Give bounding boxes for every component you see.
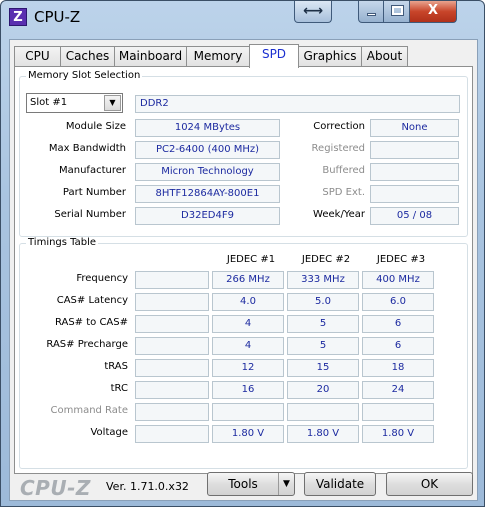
- maximize-button[interactable]: [383, 1, 410, 23]
- voltage-label: Voltage: [90, 427, 128, 438]
- ras-precharge-label: RAS# Precharge: [46, 339, 128, 350]
- timing-cell: 4: [212, 337, 284, 355]
- timing-cell: 6.0: [362, 293, 434, 311]
- cas-latency-label: CAS# Latency: [56, 295, 128, 306]
- timing-cell: 1.80 V: [212, 425, 284, 443]
- timing-cell: 333 MHz: [287, 271, 359, 289]
- serial-number-label: Serial Number: [54, 209, 126, 220]
- cpu-z-logo: CPU-Z: [20, 476, 91, 500]
- timing-cell: [287, 403, 359, 421]
- timings-group: Timings Table JEDEC #1 JEDEC #2 JEDEC #3…: [19, 237, 468, 469]
- title-bar[interactable]: Z CPU-Z ⟷ X: [1, 1, 484, 31]
- spd-page: Memory Slot Selection Slot #1 ▼ DDR2 Mod…: [14, 66, 473, 474]
- timing-blank-cell: [135, 425, 209, 443]
- tab-about[interactable]: About: [361, 46, 408, 67]
- timing-blank-cell: [135, 381, 209, 399]
- manufacturer-field: Micron Technology: [135, 163, 280, 181]
- module-size-field: 1024 MBytes: [135, 119, 280, 137]
- serial-number-field: D32ED4F9: [135, 207, 280, 225]
- timings-column-header: JEDEC #3: [376, 254, 426, 265]
- memory-type-field: DDR2: [135, 95, 460, 113]
- timing-blank-cell: [135, 403, 209, 421]
- validate-button[interactable]: Validate: [304, 472, 376, 496]
- timing-cell: 15: [287, 359, 359, 377]
- ok-button[interactable]: OK: [386, 472, 473, 496]
- client-area: CPU Caches Mainboard Memory SPD Graphics…: [9, 39, 478, 501]
- max-bandwidth-label: Max Bandwidth: [48, 143, 126, 154]
- cpu-z-window: Z CPU-Z ⟷ X CPU Caches Mainboard Memory …: [0, 0, 485, 507]
- tab-memory[interactable]: Memory: [186, 46, 250, 67]
- timing-cell: [362, 403, 434, 421]
- buffered-field: [370, 163, 459, 181]
- tab-cpu[interactable]: CPU: [14, 46, 61, 67]
- module-size-label: Module Size: [65, 121, 126, 132]
- maximize-icon: [391, 5, 404, 16]
- week-year-field: 05 / 08: [370, 207, 459, 225]
- timing-cell: 20: [287, 381, 359, 399]
- close-button[interactable]: X: [409, 1, 457, 23]
- timing-cell: 266 MHz: [212, 271, 284, 289]
- memory-slot-group-title: Memory Slot Selection: [26, 70, 143, 81]
- timing-cell: 5.0: [287, 293, 359, 311]
- registered-field: [370, 141, 459, 159]
- timing-cell: 400 MHz: [362, 271, 434, 289]
- week-year-label: Week/Year: [313, 209, 365, 220]
- buffered-label: Buffered: [322, 165, 365, 176]
- part-number-label: Part Number: [62, 187, 126, 198]
- correction-field: None: [370, 119, 459, 137]
- tools-button[interactable]: Tools ▼: [207, 472, 295, 496]
- version-text: Ver. 1.71.0.x32: [106, 480, 189, 493]
- timings-group-title: Timings Table: [26, 237, 99, 248]
- part-number-field: 8HTF12864AY-800E1: [135, 185, 280, 203]
- trc-label: tRC: [110, 383, 128, 394]
- chevron-down-icon[interactable]: ▼: [278, 473, 294, 495]
- timing-blank-cell: [135, 271, 209, 289]
- ras-to-cas-label: RAS# to CAS#: [54, 317, 128, 328]
- timing-cell: 6: [362, 337, 434, 355]
- timing-cell: [212, 403, 284, 421]
- tab-graphics[interactable]: Graphics: [298, 46, 362, 67]
- frequency-label: Frequency: [76, 273, 128, 284]
- tools-button-label: Tools: [228, 477, 258, 491]
- timing-blank-cell: [135, 337, 209, 355]
- command-rate-label: Command Rate: [50, 405, 128, 416]
- timing-cell: 1.80 V: [362, 425, 434, 443]
- manufacturer-label: Manufacturer: [59, 165, 126, 176]
- timing-cell: 12: [212, 359, 284, 377]
- timing-blank-cell: [135, 315, 209, 333]
- timing-blank-cell: [135, 359, 209, 377]
- memory-slot-group: Memory Slot Selection Slot #1 ▼ DDR2 Mod…: [19, 70, 468, 237]
- timing-cell: 5: [287, 337, 359, 355]
- timing-cell: 16: [212, 381, 284, 399]
- timings-column-header: JEDEC #2: [301, 254, 351, 265]
- timing-cell: 4.0: [212, 293, 284, 311]
- timing-blank-cell: [135, 293, 209, 311]
- registered-label: Registered: [311, 143, 365, 154]
- resize-arrows-button[interactable]: ⟷: [294, 1, 332, 23]
- tras-label: tRAS: [104, 361, 128, 372]
- correction-label: Correction: [313, 121, 365, 132]
- slot-select-value: Slot #1: [30, 97, 68, 108]
- spd-ext-field: [370, 185, 459, 203]
- timing-cell: 24: [362, 381, 434, 399]
- slot-select[interactable]: Slot #1 ▼: [26, 93, 123, 113]
- timing-cell: 6: [362, 315, 434, 333]
- chevron-down-icon[interactable]: ▼: [104, 95, 121, 111]
- max-bandwidth-field: PC2-6400 (400 MHz): [135, 141, 280, 159]
- tab-mainboard[interactable]: Mainboard: [114, 46, 187, 67]
- timing-cell: 4: [212, 315, 284, 333]
- timing-cell: 18: [362, 359, 434, 377]
- timing-cell: 1.80 V: [287, 425, 359, 443]
- tab-caches[interactable]: Caches: [60, 46, 115, 67]
- tab-spd[interactable]: SPD: [249, 44, 299, 68]
- timing-cell: 5: [287, 315, 359, 333]
- minimize-icon: [367, 13, 376, 16]
- window-title: CPU-Z: [34, 8, 81, 26]
- spd-ext-label: SPD Ext.: [322, 187, 365, 198]
- cpu-z-app-icon: Z: [9, 8, 27, 26]
- minimize-button[interactable]: [358, 1, 384, 23]
- timings-column-header: JEDEC #1: [226, 254, 276, 265]
